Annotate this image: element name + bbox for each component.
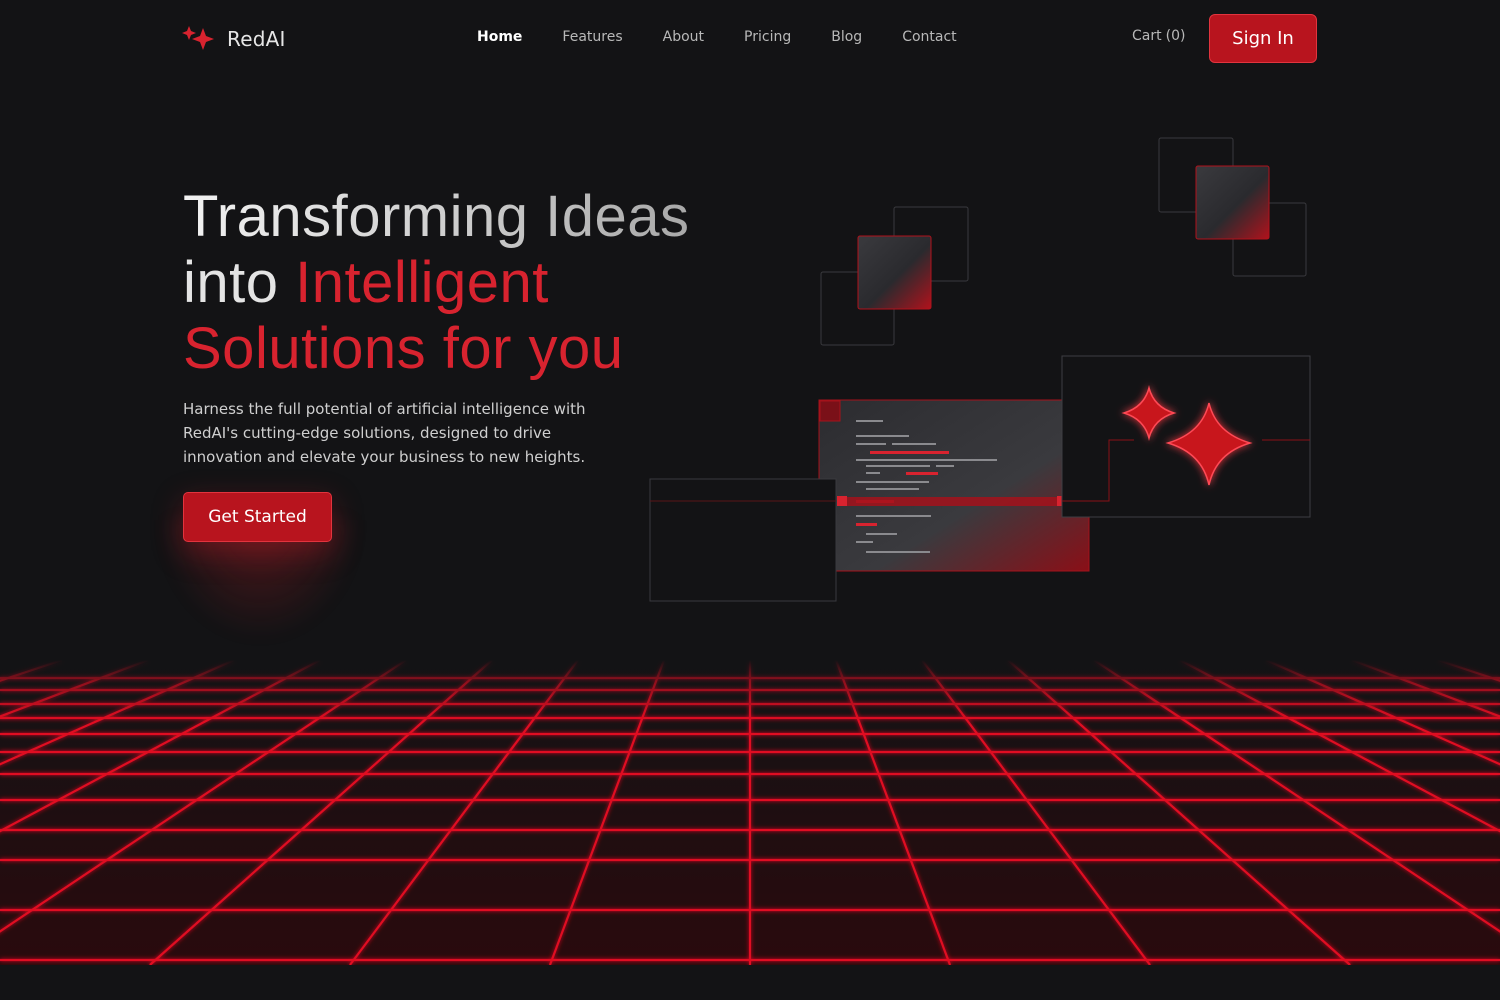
neon-grid-floor <box>0 660 1500 965</box>
brand-name: RedAI <box>227 27 286 51</box>
hero-title-line3: Solutions for you <box>183 316 624 381</box>
sparkle-icon <box>182 26 214 50</box>
nav-links: Home Features About Pricing Blog Contact <box>477 29 997 45</box>
nav-link-blog[interactable]: Blog <box>831 29 862 45</box>
floating-squares-left <box>820 206 969 346</box>
code-window <box>818 399 1090 572</box>
nav-link-contact[interactable]: Contact <box>902 29 956 45</box>
nav-link-about[interactable]: About <box>663 29 704 45</box>
ai-star-window <box>1061 355 1311 518</box>
nav-link-features[interactable]: Features <box>562 29 622 45</box>
nav-link-pricing[interactable]: Pricing <box>744 29 791 45</box>
sign-in-button[interactable]: Sign In <box>1209 14 1317 63</box>
hero-title-line2-plain: into <box>183 250 296 315</box>
top-nav: RedAI Home Features About Pricing Blog C… <box>0 0 1500 80</box>
cart-count: (0) <box>1165 28 1186 44</box>
hero-illustration <box>649 137 1311 602</box>
hero-description: Harness the full potential of artificial… <box>183 400 586 466</box>
hero-title-line2-accent: Intelligent <box>295 250 549 315</box>
cart-label: Cart <box>1132 28 1162 44</box>
brand-logo[interactable]: RedAI <box>181 24 286 54</box>
blank-window <box>649 478 837 602</box>
get-started-button[interactable]: Get Started <box>183 492 332 542</box>
nav-link-home[interactable]: Home <box>477 29 522 45</box>
cart-link[interactable]: Cart (0) <box>1132 28 1185 44</box>
floating-squares-right <box>1158 137 1307 277</box>
